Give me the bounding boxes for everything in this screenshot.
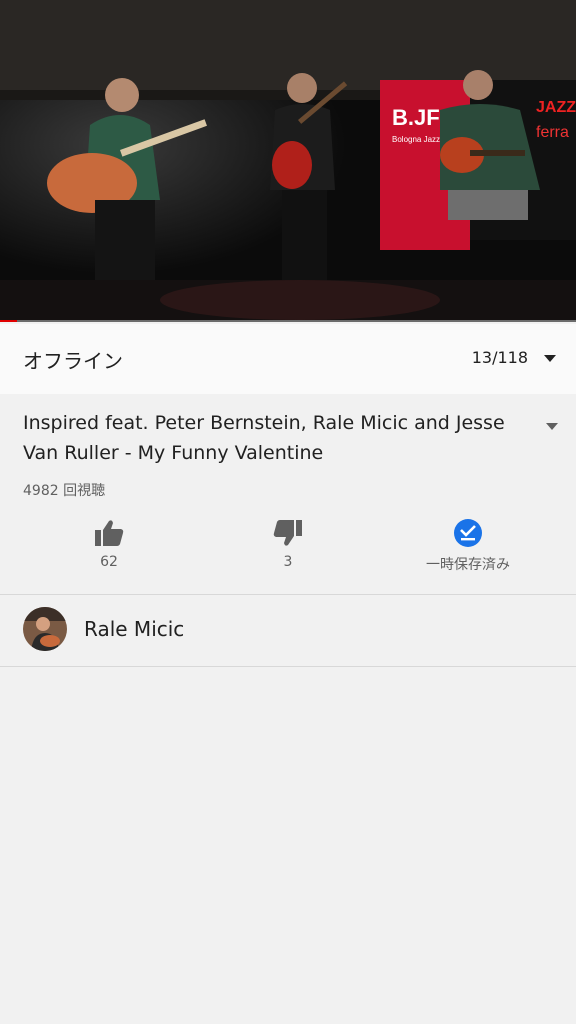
divider xyxy=(0,666,576,667)
dislike-count: 3 xyxy=(283,554,293,570)
video-progress-fill xyxy=(0,320,18,322)
avatar-image xyxy=(23,607,67,651)
thumbs-down-icon xyxy=(273,520,302,546)
offline-saved-button[interactable]: 一時保存済み xyxy=(398,512,538,574)
offline-saved-icon xyxy=(454,519,482,547)
dislike-button[interactable]: 3 xyxy=(218,512,358,570)
offline-saved-label: 一時保存済み xyxy=(426,557,510,573)
jazz-sign-text: JAZZ xyxy=(536,99,576,116)
channel-row[interactable]: Rale Micic xyxy=(0,596,576,666)
view-count: 4982 回視聴 xyxy=(23,483,106,499)
like-button[interactable]: 62 xyxy=(39,512,179,570)
channel-name[interactable]: Rale Micic xyxy=(84,617,184,641)
playlist-title: オフライン xyxy=(23,349,123,373)
like-count: 62 xyxy=(100,554,118,570)
playlist-position: 13/118 xyxy=(471,348,528,367)
video-title[interactable]: Inspired feat. Peter Bernstein, Rale Mic… xyxy=(23,408,513,468)
banner-sub-text: Bologna Jazz xyxy=(392,135,440,144)
action-bar: 62 3 一時保存済み xyxy=(0,512,576,582)
video-player[interactable]: B.JF Bologna Jazz JAZZ ferra xyxy=(0,0,576,322)
video-frame: B.JF Bologna Jazz JAZZ ferra xyxy=(0,0,576,322)
video-progress-bar[interactable] xyxy=(0,320,576,322)
chevron-down-icon[interactable] xyxy=(540,350,560,366)
banner-text: B.JF xyxy=(392,105,440,130)
channel-avatar[interactable] xyxy=(23,607,67,651)
chevron-down-icon[interactable] xyxy=(544,420,560,432)
playlist-header[interactable]: オフライン 13/118 xyxy=(0,324,576,394)
club-sign-text: ferra xyxy=(536,124,569,141)
divider xyxy=(0,594,576,595)
thumbs-up-icon xyxy=(95,520,124,546)
video-info: Inspired feat. Peter Bernstein, Rale Mic… xyxy=(0,394,576,594)
